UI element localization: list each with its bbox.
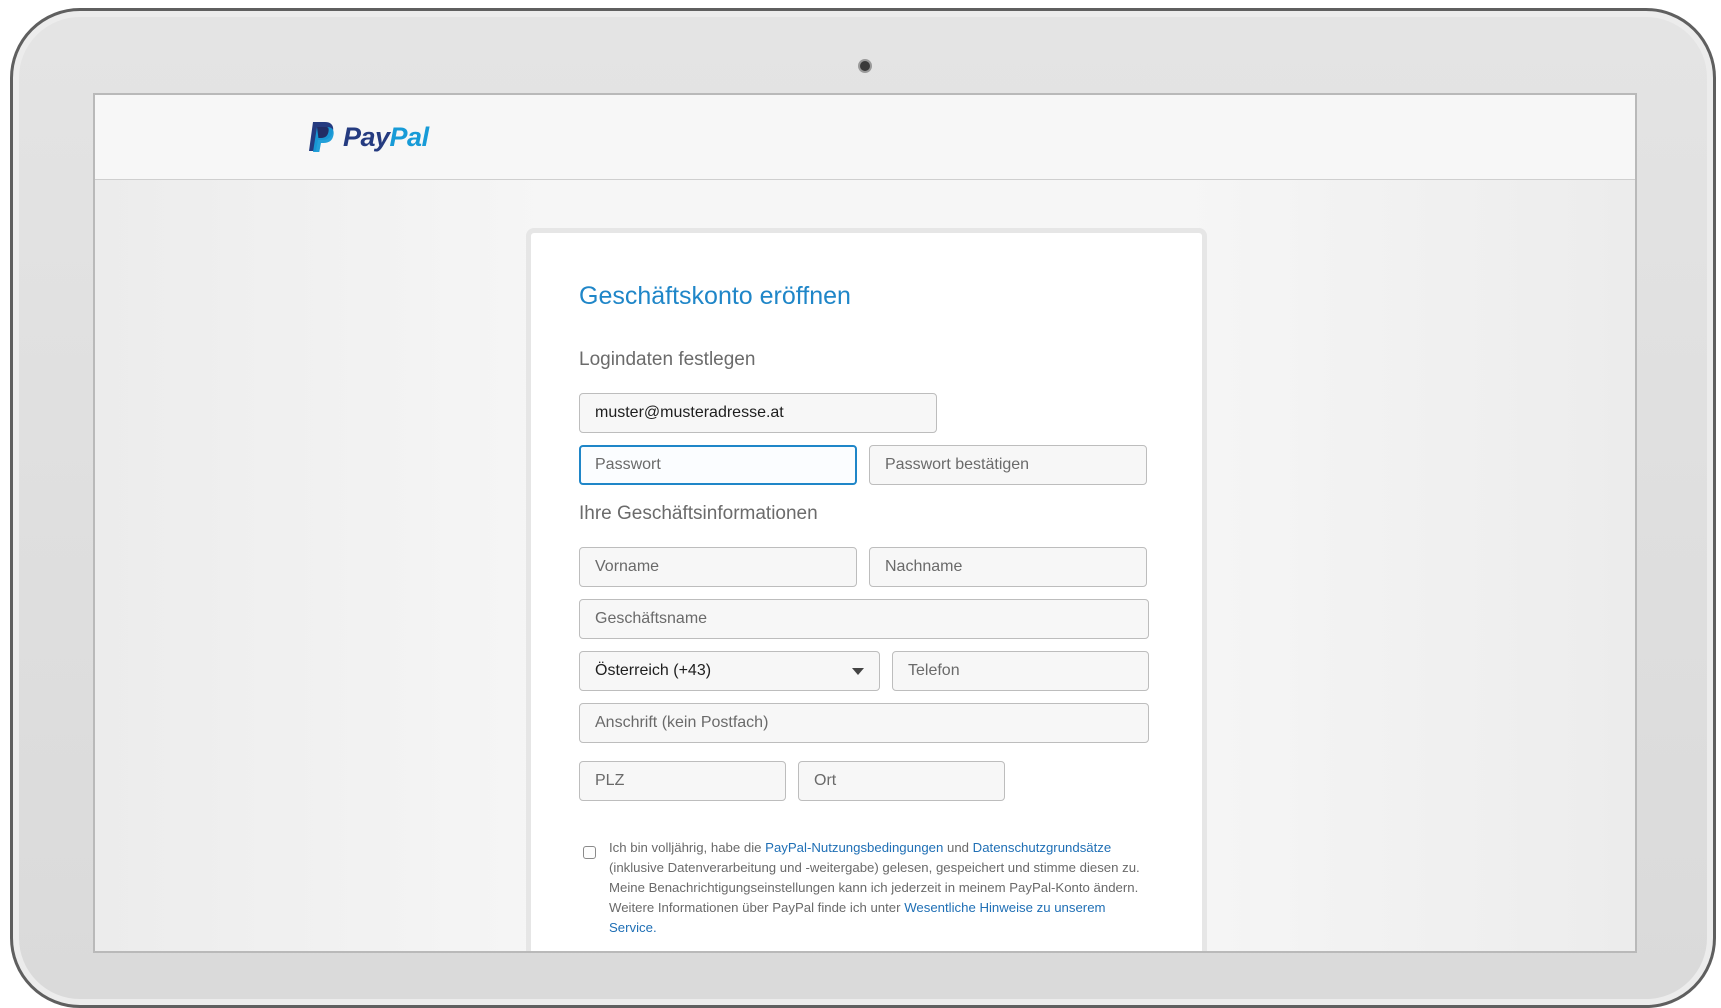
zip-placeholder: PLZ — [595, 772, 625, 789]
phone-placeholder: Telefon — [908, 662, 960, 679]
login-section-title: Logindaten festlegen — [579, 349, 756, 370]
first-name-input[interactable]: Vorname — [579, 547, 857, 587]
paypal-wordmark: PayPal — [343, 122, 429, 153]
email-field[interactable]: muster@musteradresse.at — [579, 393, 937, 433]
address-placeholder: Anschrift (kein Postfach) — [595, 714, 769, 731]
city-input[interactable]: Ort — [798, 761, 1005, 801]
email-value: muster@musteradresse.at — [595, 404, 784, 421]
page-title: Geschäftskonto eröffnen — [579, 282, 851, 310]
wordmark-pay: Pay — [343, 121, 390, 152]
consent-text-part2: und — [943, 840, 973, 855]
last-name-placeholder: Nachname — [885, 558, 963, 575]
consent-text: Ich bin volljährig, habe die PayPal-Nutz… — [609, 838, 1154, 938]
city-placeholder: Ort — [814, 772, 837, 789]
consent-checkbox[interactable] — [583, 846, 596, 859]
consent-text-part1: Ich bin volljährig, habe die — [609, 840, 766, 855]
country-code-select[interactable]: Österreich (+43) — [579, 651, 880, 691]
phone-input[interactable]: Telefon — [892, 651, 1149, 691]
paypal-logo[interactable]: PayPal — [307, 121, 429, 153]
password-input[interactable]: Passwort — [579, 445, 857, 485]
business-name-input[interactable]: Geschäftsname — [579, 599, 1149, 639]
site-header: PayPal — [95, 95, 1635, 180]
browser-screen: PayPal Geschäftskonto eröffnen Logindate… — [93, 93, 1637, 953]
camera-icon — [858, 59, 872, 73]
chevron-down-icon — [852, 667, 864, 675]
signup-card: Geschäftskonto eröffnen Logindaten festl… — [526, 228, 1207, 951]
password-confirm-placeholder: Passwort bestätigen — [885, 456, 1030, 473]
password-placeholder: Passwort — [595, 456, 661, 473]
password-confirm-input[interactable]: Passwort bestätigen — [869, 445, 1147, 485]
consent-text-part4: . — [652, 920, 657, 935]
paypal-mark-icon — [309, 122, 334, 152]
zip-input[interactable]: PLZ — [579, 761, 786, 801]
address-input[interactable]: Anschrift (kein Postfach) — [579, 703, 1149, 743]
privacy-link[interactable]: Datenschutzgrundsätze — [973, 840, 1112, 855]
wordmark-pal: Pal — [389, 121, 430, 152]
business-section-title: Ihre Geschäftsinformationen — [579, 503, 818, 524]
business-name-placeholder: Geschäftsname — [595, 610, 708, 627]
terms-link[interactable]: PayPal-Nutzungsbedingungen — [765, 840, 943, 855]
first-name-placeholder: Vorname — [595, 558, 660, 575]
country-code-value: Österreich (+43) — [595, 662, 712, 679]
last-name-input[interactable]: Nachname — [869, 547, 1147, 587]
